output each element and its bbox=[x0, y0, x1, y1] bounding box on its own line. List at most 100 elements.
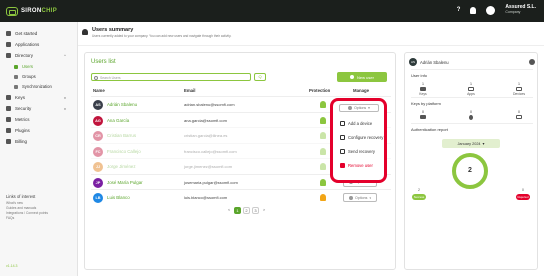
new-user-button[interactable]: New user bbox=[337, 72, 387, 82]
user-name-link[interactable]: Adrián Sbalenu bbox=[107, 102, 137, 107]
search-placeholder: Search Users bbox=[100, 75, 121, 80]
stat-desktop: 0 bbox=[509, 109, 529, 120]
options-button[interactable]: Options▾ bbox=[343, 193, 377, 202]
divider bbox=[411, 123, 533, 124]
options-dropdown-menu: Options ▾ Add a device Configure recover… bbox=[330, 98, 387, 183]
sidebar-item-get-started[interactable]: Get started bbox=[6, 31, 37, 36]
gear-icon bbox=[348, 106, 353, 110]
version-label: v1.14.3 bbox=[6, 264, 18, 268]
sidebar-item-metrics[interactable]: Metrics bbox=[6, 117, 30, 122]
page-1[interactable]: 1 bbox=[234, 207, 241, 214]
account-avatar[interactable] bbox=[486, 5, 496, 15]
auth-total: 2 bbox=[468, 167, 472, 174]
user-email: luis.blanco@ssomfi.com bbox=[184, 195, 228, 200]
protected-icon bbox=[320, 132, 326, 139]
key-icon bbox=[6, 95, 11, 100]
sidebar-item-synchronization[interactable]: Synchronization bbox=[14, 84, 52, 89]
user-detail-panel: AS Adrián Sbalenu User info 1 Keys 1 App… bbox=[404, 52, 538, 270]
avatar: JP bbox=[93, 177, 103, 188]
user-name-link[interactable]: Luis Blanco bbox=[107, 195, 130, 200]
stat-apple: 0 bbox=[461, 109, 481, 121]
metrics-icon bbox=[6, 117, 11, 122]
avatar: CR bbox=[93, 131, 103, 141]
user-email: cristian.garcia@ilinea.es bbox=[184, 133, 228, 138]
page-3[interactable]: 3 bbox=[252, 207, 259, 214]
user-email: adrian.sbalenu@ssomfi.com bbox=[184, 102, 235, 107]
menu-item-remove-user[interactable]: Remove user bbox=[340, 163, 373, 168]
success-count: 2 bbox=[418, 188, 420, 192]
gear-icon[interactable] bbox=[529, 59, 535, 65]
sidebar-item-users[interactable]: Users bbox=[14, 64, 33, 69]
options-button-open[interactable]: Options ▾ bbox=[339, 104, 379, 112]
success-badge: Success bbox=[412, 194, 426, 200]
desktop-icon bbox=[516, 115, 522, 119]
sidebar-item-plugins[interactable]: Plugins bbox=[6, 128, 30, 133]
user-name-link[interactable]: José María Pulgar bbox=[107, 180, 143, 185]
search-input[interactable]: Search Users bbox=[91, 73, 251, 81]
protected-icon bbox=[320, 101, 326, 108]
protected-icon bbox=[320, 116, 326, 124]
user-name-link[interactable]: Jorge Jiménez bbox=[107, 164, 136, 169]
links-of-interest: Links of interest What's new Guides and … bbox=[6, 194, 72, 221]
chevron-down-icon: v bbox=[64, 106, 66, 111]
link-faqs[interactable]: FAQs bbox=[6, 216, 72, 221]
protected-icon bbox=[320, 147, 326, 155]
menu-item-send-recovery[interactable]: Send recovery bbox=[340, 149, 375, 154]
protected-icon bbox=[320, 178, 326, 186]
search-button[interactable]: Q bbox=[254, 73, 266, 81]
bell-icon[interactable] bbox=[470, 6, 477, 14]
month-selector[interactable]: January 2024 ▾ bbox=[442, 139, 500, 148]
user-name-link[interactable]: Francisco Callejo bbox=[107, 149, 141, 154]
apps-icon bbox=[6, 42, 11, 47]
rejected-badge: Rejected bbox=[516, 194, 530, 200]
auth-report-title: Authentication report bbox=[411, 127, 448, 132]
pagination: < 1 2 3 > bbox=[226, 207, 267, 214]
chevron-up-icon: ^ bbox=[64, 53, 66, 58]
user-info-title: User info bbox=[411, 73, 428, 78]
sidebar-item-billing[interactable]: Billing bbox=[6, 139, 27, 144]
sidebar: Get started Applications Directory ^ User… bbox=[0, 22, 78, 276]
user-detail-name: Adrián Sbalenu bbox=[420, 59, 449, 65]
top-right-controls: ? Assured S.L. Company bbox=[457, 5, 536, 15]
user-name-link[interactable]: Cristian Barrus bbox=[107, 133, 136, 138]
menu-item-add-device[interactable]: Add a device bbox=[340, 121, 372, 126]
divider bbox=[411, 69, 533, 70]
column-manage: Manage bbox=[353, 88, 369, 93]
apple-icon bbox=[469, 115, 473, 120]
sidebar-item-security[interactable]: Security v bbox=[6, 106, 72, 111]
device-icon bbox=[516, 87, 522, 91]
add-user-icon bbox=[350, 75, 355, 79]
user-name-link[interactable]: Ana García bbox=[107, 118, 129, 123]
stat-devices: 1 Devices bbox=[512, 81, 526, 96]
menu-item-configure-recovery[interactable]: Configure recovery bbox=[340, 135, 383, 140]
avatar: JJ bbox=[93, 162, 103, 172]
user-email: josemaria.pulgar@ssomfi.com bbox=[184, 179, 238, 185]
page-title: Users summary bbox=[92, 27, 134, 33]
plugin-icon bbox=[6, 128, 11, 133]
account-role: Company bbox=[505, 10, 521, 14]
chevron-down-icon: ▾ bbox=[482, 142, 485, 146]
column-protection: Protection bbox=[309, 88, 331, 93]
user-email: francisco.callejo@ssomfi.com bbox=[184, 148, 237, 154]
chevron-down-icon: ▾ bbox=[369, 195, 371, 200]
logo[interactable]: SIRONCHIP bbox=[6, 6, 57, 16]
page-next[interactable]: > bbox=[261, 207, 267, 214]
help-button[interactable]: ? bbox=[457, 7, 461, 13]
column-email[interactable]: Email bbox=[184, 88, 195, 93]
page-header: Users summary Users currently added to y… bbox=[78, 22, 544, 46]
table-row[interactable]: LB Luis Blanco luis.blanco@ssomfi.com Optio… bbox=[91, 189, 391, 205]
send-icon bbox=[340, 149, 345, 154]
avatar: LB bbox=[93, 193, 103, 203]
column-name[interactable]: Name bbox=[93, 88, 105, 93]
sidebar-item-directory[interactable]: Directory ^ bbox=[6, 53, 72, 58]
page-prev[interactable]: < bbox=[226, 207, 232, 214]
sidebar-item-groups[interactable]: Groups bbox=[14, 74, 36, 79]
account-menu[interactable]: Assured S.L. Company bbox=[505, 5, 536, 15]
page-2[interactable]: 2 bbox=[243, 207, 250, 214]
sidebar-item-keys[interactable]: Keys v bbox=[6, 95, 72, 100]
failed-count: 0 bbox=[522, 188, 524, 192]
user-email: jorge.jimenez@ssomfi.com bbox=[184, 164, 233, 169]
table-header: Name Email Protection Manage bbox=[91, 87, 391, 95]
avatar: AG bbox=[93, 115, 103, 126]
sidebar-item-applications[interactable]: Applications bbox=[6, 42, 39, 47]
